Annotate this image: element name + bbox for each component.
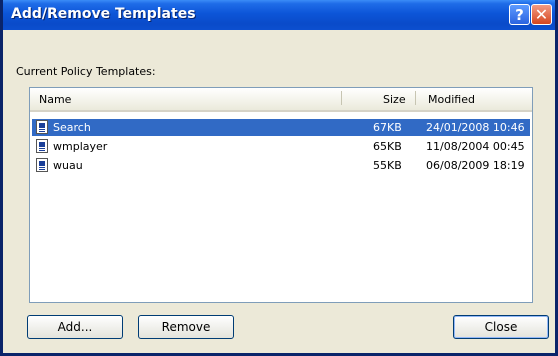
help-button[interactable]: ? — [509, 4, 530, 25]
item-size: 55KB — [373, 159, 402, 172]
item-modified: 24/01/2008 10:46 — [426, 121, 525, 134]
column-header-size[interactable]: Size — [383, 93, 406, 106]
item-name: wuau — [53, 159, 83, 172]
remove-button[interactable]: Remove — [138, 315, 234, 339]
window-title: Add/Remove Templates — [11, 6, 196, 22]
list-header: Name Size Modified — [30, 88, 532, 112]
policy-template-file-icon — [36, 158, 48, 172]
item-name: wmplayer — [53, 140, 108, 153]
templates-list[interactable]: Name Size Modified Search 67KB 24/01/200… — [29, 87, 533, 303]
item-size: 67KB — [373, 121, 402, 134]
policy-template-file-icon — [36, 139, 48, 153]
title-close-button[interactable]: ✕ — [531, 4, 552, 25]
list-item[interactable]: wmplayer 65KB 11/08/2004 00:45 — [32, 138, 530, 155]
list-item[interactable]: Search 67KB 24/01/2008 10:46 — [32, 119, 530, 136]
item-modified: 06/08/2009 18:19 — [426, 159, 525, 172]
help-icon: ? — [515, 5, 524, 24]
column-header-name[interactable]: Name — [39, 93, 71, 106]
list-item[interactable]: wuau 55KB 06/08/2009 18:19 — [32, 157, 530, 174]
add-remove-templates-dialog: Add/Remove Templates ? ✕ Current Policy … — [0, 0, 558, 356]
item-size: 65KB — [373, 140, 402, 153]
column-header-modified[interactable]: Modified — [428, 93, 475, 106]
close-icon: ✕ — [534, 5, 549, 24]
item-modified: 11/08/2004 00:45 — [426, 140, 525, 153]
column-divider[interactable] — [341, 91, 342, 105]
item-name: Search — [53, 121, 91, 134]
close-button[interactable]: Close — [453, 315, 549, 339]
title-bar[interactable]: Add/Remove Templates ? ✕ — [3, 0, 555, 30]
column-divider[interactable] — [415, 91, 416, 105]
add-button[interactable]: Add... — [27, 315, 123, 339]
current-policy-templates-label: Current Policy Templates: — [16, 65, 156, 78]
policy-template-file-icon — [36, 120, 48, 134]
